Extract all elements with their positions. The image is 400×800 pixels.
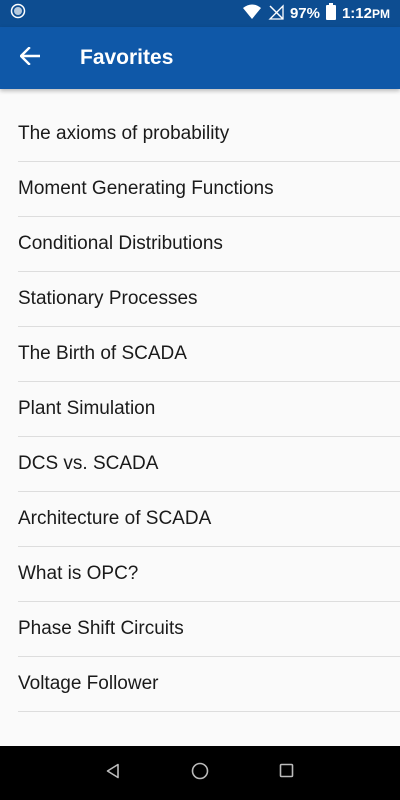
- list-item[interactable]: DCS vs. SCADA: [18, 437, 400, 492]
- home-circle-icon: [191, 762, 209, 785]
- system-nav-bar: [0, 746, 400, 800]
- battery-percentage: 97%: [289, 5, 320, 22]
- app-notification-icon: [10, 3, 26, 24]
- list-item[interactable]: Architecture of SCADA: [18, 492, 400, 547]
- list-item[interactable]: Phase Shift Circuits: [18, 602, 400, 657]
- back-button[interactable]: [0, 27, 60, 89]
- nav-home-button[interactable]: [180, 753, 220, 793]
- page-title: Favorites: [80, 46, 174, 69]
- app-bar: Favorites: [0, 27, 400, 89]
- list-item[interactable]: Moment Generating Functions: [18, 162, 400, 217]
- nav-recents-button[interactable]: [267, 753, 307, 793]
- back-triangle-icon: [105, 763, 121, 784]
- list-item[interactable]: The axioms of probability: [18, 107, 400, 162]
- status-time-suffix: PM: [372, 7, 390, 21]
- favorites-list: The axioms of probability Moment Generat…: [0, 107, 400, 712]
- recents-square-icon: [279, 763, 294, 783]
- list-item[interactable]: Voltage Follower: [18, 657, 400, 712]
- no-signal-icon: [268, 3, 284, 24]
- list-item[interactable]: The Birth of SCADA: [18, 327, 400, 382]
- arrow-back-icon: [19, 45, 41, 70]
- nav-back-button[interactable]: [93, 753, 133, 793]
- list-item[interactable]: Plant Simulation: [18, 382, 400, 437]
- status-bar: 97% 1:12PM: [0, 0, 400, 27]
- status-time-value: 1:12: [341, 5, 372, 22]
- status-right: 97% 1:12PM: [242, 3, 390, 24]
- list-item[interactable]: Stationary Processes: [18, 272, 400, 327]
- list-item[interactable]: What is OPC?: [18, 547, 400, 602]
- battery-icon: [325, 3, 336, 24]
- status-left: [10, 3, 26, 24]
- list-item[interactable]: Conditional Distributions: [18, 217, 400, 272]
- status-time: 1:12PM: [342, 5, 390, 22]
- wifi-icon: [242, 4, 262, 24]
